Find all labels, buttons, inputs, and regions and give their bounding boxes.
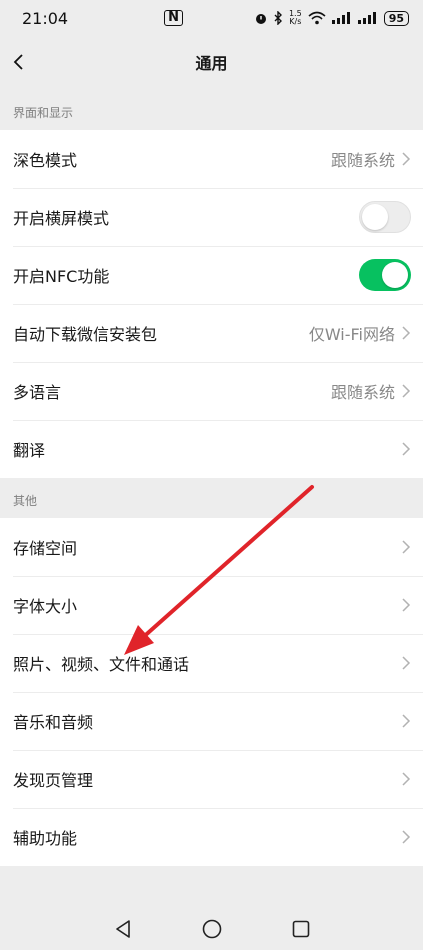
bluetooth-icon <box>274 11 282 25</box>
chevron-right-icon <box>402 656 411 670</box>
setting-media[interactable]: 照片、视频、文件和通话 <box>0 634 423 692</box>
wifi-icon <box>308 11 326 25</box>
header: 通用 <box>0 36 423 88</box>
setting-accessibility[interactable]: 辅助功能 <box>0 808 423 866</box>
nfc-toggle[interactable] <box>359 259 411 291</box>
nav-recents-icon[interactable] <box>292 920 310 938</box>
setting-label: 多语言 <box>13 383 62 402</box>
setting-label: 开启NFC功能 <box>13 267 110 286</box>
setting-label: 字体大小 <box>13 597 78 616</box>
setting-dark-mode[interactable]: 深色模式 跟随系统 <box>0 130 423 188</box>
chevron-right-icon <box>402 714 411 728</box>
display-settings-group: 深色模式 跟随系统 开启横屏模式 开启NFC功能 自动下载微信安装包 仅Wi-F… <box>0 130 423 478</box>
landscape-toggle[interactable] <box>359 201 411 233</box>
signal-icon-2 <box>357 12 376 24</box>
setting-nfc: 开启NFC功能 <box>0 246 423 304</box>
setting-auto-download[interactable]: 自动下载微信安装包 仅Wi-Fi网络 <box>0 304 423 362</box>
chevron-right-icon <box>402 442 411 456</box>
setting-label: 辅助功能 <box>13 829 78 848</box>
chevron-right-icon <box>402 830 411 844</box>
setting-label: 音乐和音频 <box>13 713 94 732</box>
setting-label: 存储空间 <box>13 539 78 558</box>
system-nav-bar <box>0 908 423 950</box>
chevron-right-icon <box>402 598 411 612</box>
setting-music[interactable]: 音乐和音频 <box>0 692 423 750</box>
chevron-right-icon <box>402 152 411 166</box>
back-icon[interactable] <box>10 50 30 74</box>
battery-indicator: 95 <box>383 10 409 26</box>
setting-value: 跟随系统 <box>330 383 395 402</box>
setting-label: 深色模式 <box>13 151 78 170</box>
status-bar: 21:04 N 1.5 K/s 95 <box>0 0 423 36</box>
setting-label: 翻译 <box>13 441 46 460</box>
chevron-right-icon <box>402 384 411 398</box>
setting-label: 发现页管理 <box>13 771 94 790</box>
setting-language[interactable]: 多语言 跟随系统 <box>0 362 423 420</box>
status-icons: 1.5 K/s 95 <box>254 10 409 26</box>
nav-home-icon[interactable] <box>202 919 222 939</box>
nfc-status-icon: N <box>164 10 183 26</box>
alarm-icon <box>255 14 266 24</box>
setting-storage[interactable]: 存储空间 <box>0 518 423 576</box>
setting-label: 照片、视频、文件和通话 <box>13 655 190 674</box>
chevron-right-icon <box>402 772 411 786</box>
setting-landscape-mode: 开启横屏模式 <box>0 188 423 246</box>
setting-value: 仅Wi-Fi网络 <box>308 325 395 344</box>
page-title: 通用 <box>195 54 228 73</box>
chevron-right-icon <box>402 540 411 554</box>
other-settings-group: 存储空间 字体大小 照片、视频、文件和通话 音乐和音频 发现页管理 辅助功能 <box>0 518 423 866</box>
chevron-right-icon <box>402 326 411 340</box>
nav-back-icon[interactable] <box>114 919 132 939</box>
setting-translate[interactable]: 翻译 <box>0 420 423 478</box>
network-speed: 1.5 K/s <box>288 9 302 26</box>
section-label-display: 界面和显示 <box>13 105 74 120</box>
setting-label: 自动下载微信安装包 <box>13 325 158 344</box>
setting-value: 跟随系统 <box>330 151 395 170</box>
signal-icon <box>331 12 350 24</box>
status-time: 21:04 <box>22 8 69 28</box>
setting-label: 开启横屏模式 <box>13 209 110 228</box>
section-label-other: 其他 <box>13 493 38 508</box>
setting-discover[interactable]: 发现页管理 <box>0 750 423 808</box>
setting-font-size[interactable]: 字体大小 <box>0 576 423 634</box>
